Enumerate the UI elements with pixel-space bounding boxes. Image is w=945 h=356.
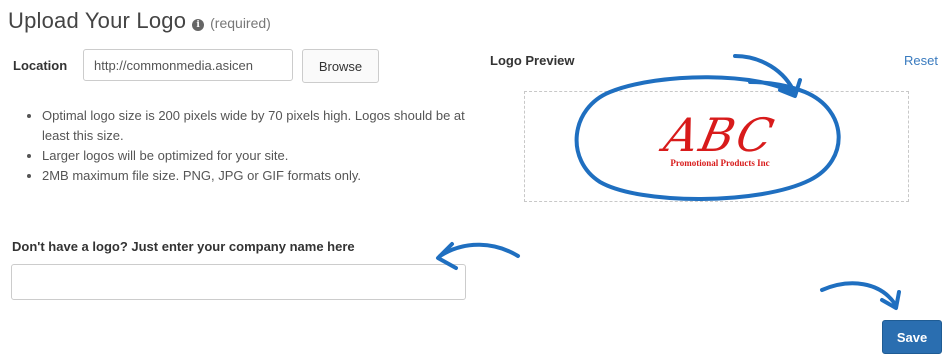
section-header: Upload Your Logo i (required) bbox=[8, 8, 271, 34]
logo-preview-label: Logo Preview bbox=[490, 53, 575, 68]
arrow-to-save-head bbox=[880, 290, 901, 310]
list-item: Optimal logo size is 200 pixels wide by … bbox=[42, 106, 472, 146]
save-button[interactable]: Save bbox=[882, 320, 942, 354]
location-input[interactable] bbox=[83, 49, 293, 81]
list-item: 2MB maximum file size. PNG, JPG or GIF f… bbox=[42, 166, 472, 186]
reset-link[interactable]: Reset bbox=[904, 53, 938, 68]
list-item: Larger logos will be optimized for your … bbox=[42, 146, 472, 166]
arrow-to-save-icon bbox=[820, 281, 897, 306]
logo-text: ABC bbox=[659, 108, 781, 162]
logo-preview-box: ABC Promotional Products Inc bbox=[524, 91, 909, 202]
page-title: Upload Your Logo bbox=[8, 8, 187, 33]
info-circle-icon[interactable]: i bbox=[192, 19, 205, 31]
logo-image: ABC Promotional Products Inc bbox=[625, 108, 815, 185]
required-note: (required) bbox=[210, 15, 271, 31]
arrow-to-preview-icon bbox=[733, 54, 797, 96]
company-name-label: Don't have a logo? Just enter your compa… bbox=[12, 239, 355, 254]
arrow-to-company-icon bbox=[438, 242, 520, 258]
location-label: Location bbox=[13, 58, 68, 73]
company-name-input[interactable] bbox=[11, 264, 466, 300]
browse-button[interactable]: Browse bbox=[302, 49, 379, 83]
logo-guidelines-list: Optimal logo size is 200 pixels wide by … bbox=[26, 106, 472, 186]
